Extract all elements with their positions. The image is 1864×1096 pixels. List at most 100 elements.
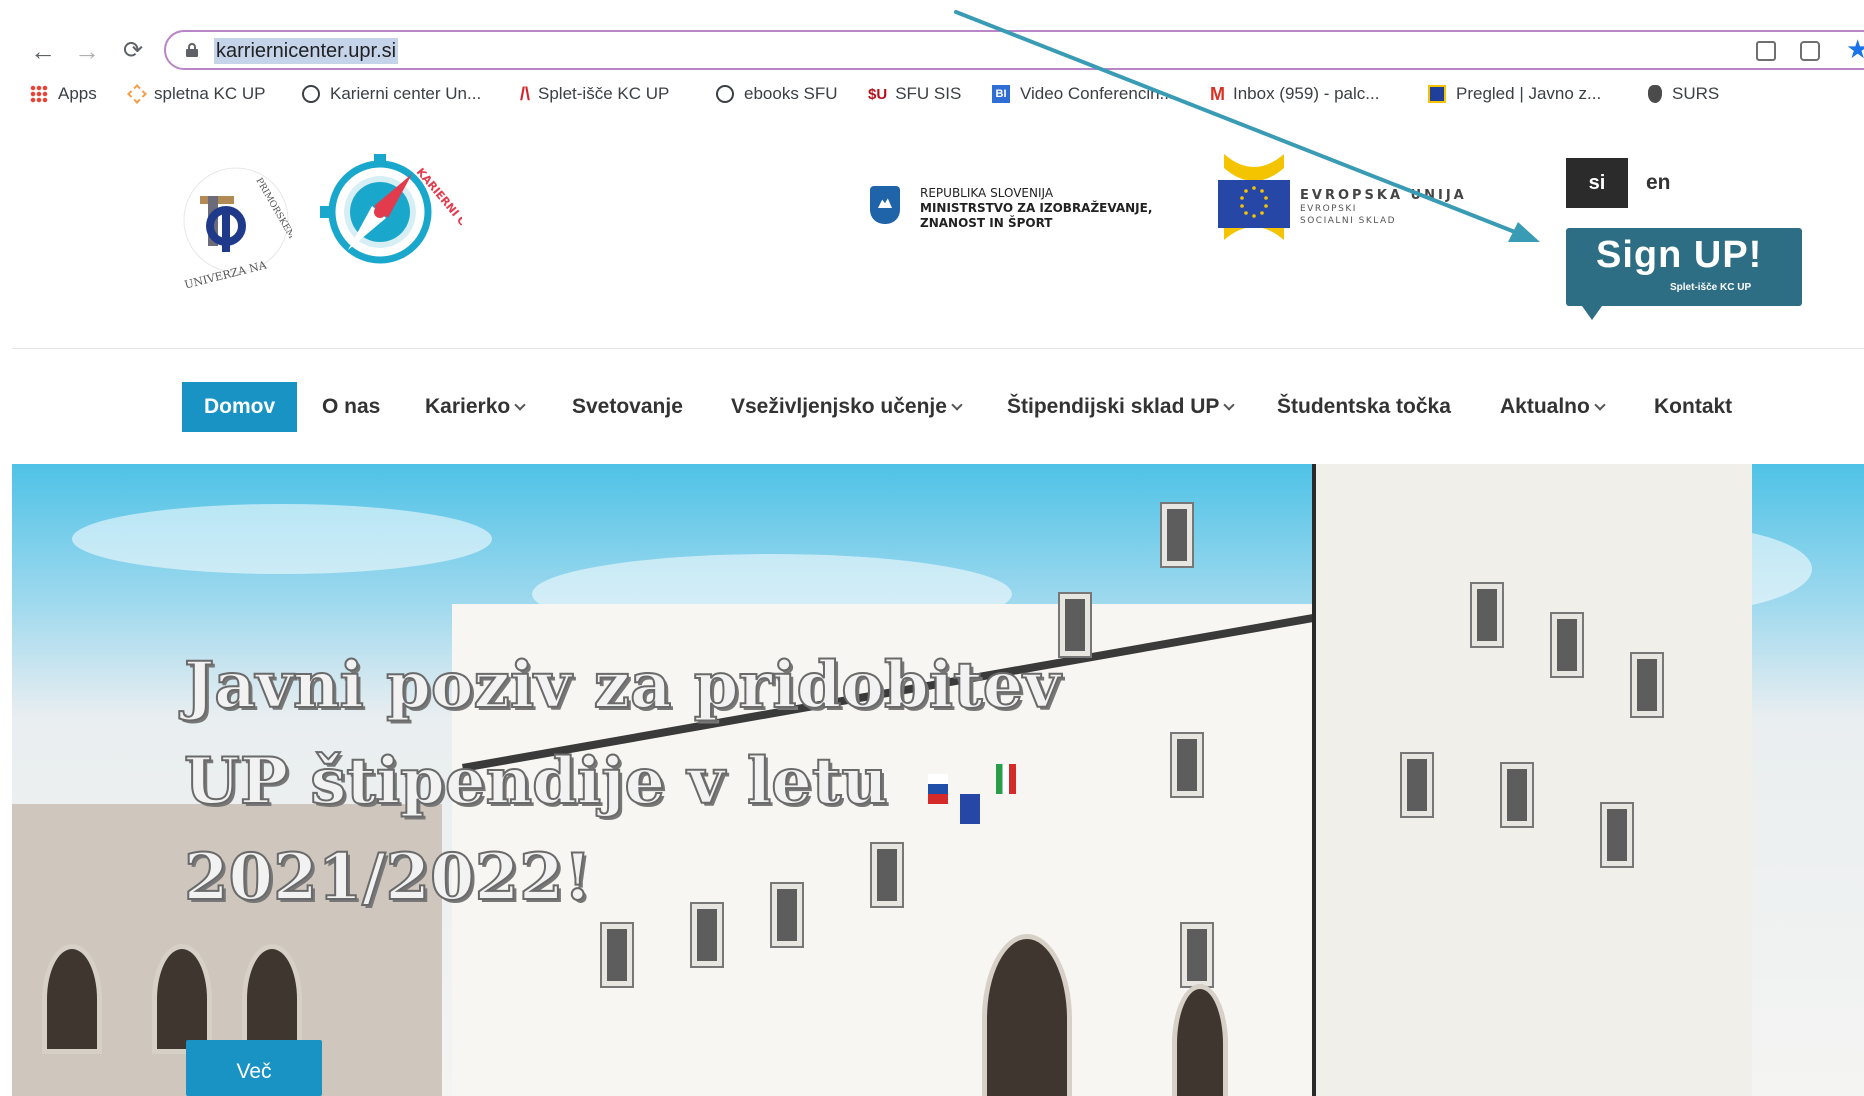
building-window <box>1502 764 1532 826</box>
building-window <box>1402 754 1432 816</box>
nav-item-studentska-tocka[interactable]: Študentska točka <box>1277 382 1451 432</box>
sign-up-subtitle: Splet-išče KC UP <box>1670 282 1752 293</box>
qr-code-icon[interactable] <box>1756 41 1776 61</box>
nav-item-vsezivljenjsko-ucenje[interactable]: Vseživljenjsko učenje <box>731 382 963 432</box>
nav-item-domov[interactable]: Domov <box>182 382 298 432</box>
nav-item-kontakt[interactable]: Kontakt <box>1654 382 1732 432</box>
nav-label: Štipendijski sklad UP <box>1007 395 1220 418</box>
chevron-down-icon <box>514 399 526 411</box>
bookmark-label: Pregled | Javno z... <box>1456 84 1602 103</box>
nav-label: Vseživljenjsko učenje <box>731 395 947 418</box>
bookmark-label: Inbox (959) - palc... <box>1233 84 1380 103</box>
university-logo[interactable]: UNIVERZA NA PRIMORSKEM <box>180 150 292 290</box>
apps-grid-icon <box>30 85 48 103</box>
eu-social-fund-logo[interactable] <box>1218 150 1290 244</box>
eu-flag-icon <box>1428 85 1446 103</box>
nav-item-aktualno[interactable]: Aktualno <box>1500 382 1606 432</box>
main-entrance-door <box>982 934 1072 1096</box>
nav-item-svetovanje[interactable]: Svetovanje <box>572 382 683 432</box>
chevron-down-icon <box>1594 399 1606 411</box>
bookmark-karierni-center[interactable]: Karierni center Un... <box>302 80 481 108</box>
building-arch <box>152 944 212 1054</box>
nav-label: Svetovanje <box>572 395 683 418</box>
nav-label: Domov <box>204 395 276 418</box>
nav-label: Študentska točka <box>1277 395 1451 418</box>
bookmark-label: Video Conferencin... <box>1020 84 1174 103</box>
bookmark-label: Splet-išče KC UP <box>538 84 670 103</box>
bookmark-spletna-kc-up[interactable]: spletna KC UP <box>127 80 266 108</box>
sign-up-title: Sign UP! <box>1596 234 1763 276</box>
ministry-logo[interactable]: REPUBLIKA SLOVENIJA MINISTRSTVO ZA IZOBR… <box>870 186 1152 231</box>
browser-chrome: ← → ⟳ karriernicenter.upr.si ★ Apps sple… <box>0 0 1864 116</box>
nav-label: Aktualno <box>1500 395 1590 418</box>
sign-up-banner[interactable]: Sign UP! Splet-išče KC UP <box>1566 228 1802 320</box>
eu-line-1: EVROPSKA UNIJA <box>1300 188 1467 203</box>
splet-logo-icon: /\ <box>520 83 531 104</box>
building-window <box>1182 924 1212 986</box>
building-window <box>1472 584 1502 646</box>
globe-icon <box>302 85 320 103</box>
bookmark-apps[interactable]: Apps <box>30 80 97 108</box>
building-window <box>602 924 632 986</box>
kc-logo-icon <box>127 84 147 104</box>
building-window <box>1552 614 1582 676</box>
nav-label: O nas <box>322 395 381 418</box>
video-conference-icon: BI <box>992 85 1010 103</box>
eu-line-2: EVROPSKI <box>1300 204 1357 214</box>
bookmark-sfu-sis[interactable]: $U SFU SIS <box>868 80 961 108</box>
building-arch <box>1172 984 1228 1096</box>
surs-icon <box>1648 85 1662 103</box>
building-window <box>1602 804 1632 866</box>
eu-text: EVROPSKA UNIJA EVROPSKI SOCIALNI SKLAD <box>1300 188 1467 227</box>
back-arrow-icon[interactable]: ← <box>28 36 58 66</box>
bookmark-surs[interactable]: SURS <box>1648 80 1719 108</box>
ministry-line-1: REPUBLIKA SLOVENIJA <box>920 186 1054 200</box>
nav-item-o-nas[interactable]: O nas <box>322 382 380 432</box>
bookmark-video-conference[interactable]: BI Video Conferencin... <box>992 80 1174 108</box>
translate-icon[interactable] <box>1800 41 1820 61</box>
nav-item-stipendijski-sklad[interactable]: Štipendijski sklad UP <box>1007 382 1236 432</box>
hero-title-line-2: UP štipendije v letu <box>183 743 889 820</box>
forward-arrow-icon[interactable]: → <box>72 36 102 66</box>
bookmark-pregled[interactable]: Pregled | Javno z... <box>1428 80 1601 108</box>
nav-label: Kontakt <box>1654 395 1733 418</box>
bookmark-ebooks-sfu[interactable]: ebooks SFU <box>716 80 838 108</box>
bookmark-star-icon[interactable]: ★ <box>1846 34 1864 65</box>
bookmark-label: SFU SIS <box>895 84 962 103</box>
url-text[interactable]: karriernicenter.upr.si <box>214 38 399 64</box>
language-en-button[interactable]: en <box>1646 158 1671 208</box>
hero-title-line-3: 2021/2022! <box>183 839 593 916</box>
svg-text:UNIVERZA NA: UNIVERZA NA <box>183 258 269 290</box>
svg-text:PRIMORSKEM: PRIMORSKEM <box>253 177 292 241</box>
language-si-button[interactable]: si <box>1566 158 1628 208</box>
hero-title: Javni poziv za pridobitev UP štipendije … <box>183 638 1144 926</box>
svg-text:KARIERNI CENTER: KARIERNI CENTER <box>414 166 462 260</box>
building-window <box>1172 734 1202 796</box>
karierni-center-logo[interactable]: KARIERNI CENTER <box>312 148 462 270</box>
building-arch <box>42 944 102 1054</box>
building-window <box>1632 654 1662 716</box>
bookmark-label: SURS <box>1672 84 1720 103</box>
ministry-line-2: MINISTRSTVO ZA IZOBRAŽEVANJE, <box>920 201 1153 215</box>
palace-wing <box>1312 464 1752 1096</box>
slovenia-coat-of-arms-icon <box>870 186 900 224</box>
bookmark-splet-isce[interactable]: /\ Splet-išče KC UP <box>520 80 669 108</box>
bookmark-inbox[interactable]: M Inbox (959) - palc... <box>1210 80 1379 108</box>
lock-icon[interactable] <box>186 43 198 57</box>
bookmarks-bar: Apps spletna KC UP Karierni center Un...… <box>0 80 1864 108</box>
header-divider <box>12 348 1864 349</box>
hero-more-button[interactable]: Več <box>186 1040 322 1096</box>
nav-label: Karierko <box>425 395 511 418</box>
eu-line-3: SOCIALNI SKLAD <box>1300 216 1397 226</box>
bookmark-label: spletna KC UP <box>154 84 266 103</box>
reload-icon[interactable]: ⟳ <box>118 36 148 66</box>
bookmark-label: Apps <box>58 84 97 103</box>
cloud <box>72 504 492 574</box>
main-navigation: Domov O nas Karierko Svetovanje Vseživlj… <box>0 382 1864 432</box>
nav-item-karierko[interactable]: Karierko <box>425 382 526 432</box>
building-window <box>1162 504 1192 566</box>
globe-icon <box>716 85 734 103</box>
address-bar[interactable]: karriernicenter.upr.si ★ <box>164 30 1864 70</box>
hero-title-line-1: Javni poziv za pridobitev <box>183 647 1061 724</box>
gmail-icon: M <box>1210 83 1225 104</box>
